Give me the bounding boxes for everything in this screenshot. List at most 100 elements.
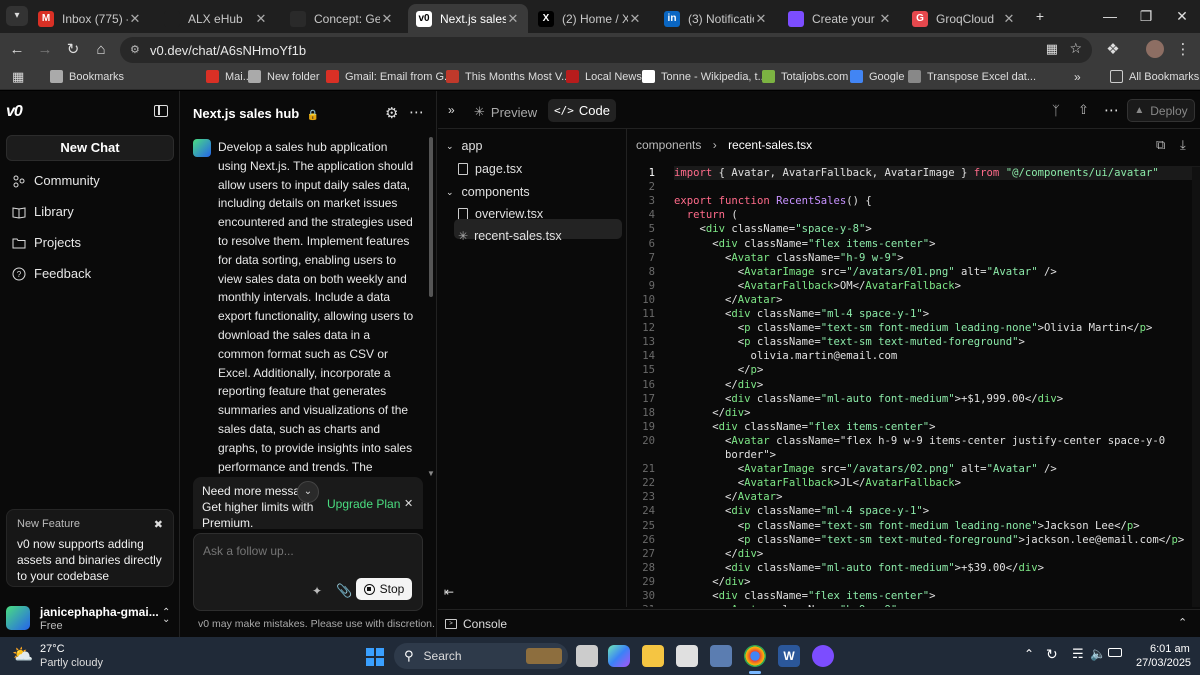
sparkle-icon[interactable]: ✦: [312, 584, 322, 598]
share-icon[interactable]: ⇧: [1078, 102, 1089, 118]
more-options-icon[interactable]: ⋯: [1104, 101, 1119, 119]
task-view-icon[interactable]: [576, 645, 598, 667]
copy-icon[interactable]: ⧉: [1156, 137, 1165, 153]
apps-grid-icon[interactable]: ▦: [12, 69, 24, 85]
code-tab[interactable]: </> Code: [548, 99, 616, 122]
app-icon[interactable]: [710, 645, 732, 667]
sidebar-item-community[interactable]: Community: [12, 173, 100, 188]
v0-logo[interactable]: v0: [6, 103, 23, 121]
more-options-icon[interactable]: ⋯: [409, 103, 424, 121]
sidebar-item-library[interactable]: Library: [12, 204, 74, 219]
tab-close-icon[interactable]: ✕: [254, 11, 268, 27]
bookmark-item[interactable]: This Months Most V...: [446, 70, 570, 83]
bookmark-item[interactable]: Mai...: [206, 70, 252, 83]
tab-close-icon[interactable]: ✕: [1002, 11, 1016, 27]
sidebar-item-feedback[interactable]: ? Feedback: [12, 266, 91, 281]
home-button[interactable]: ⌂: [90, 39, 112, 61]
file-page[interactable]: page.tsx: [458, 162, 522, 176]
new-chat-button[interactable]: New Chat: [6, 135, 174, 161]
bookmark-item[interactable]: Google: [850, 70, 904, 83]
bookmark-item[interactable]: Totaljobs.com: [762, 70, 848, 83]
code-editor[interactable]: components › recent-sales.tsx ⧉ ⤓ 1 impor…: [628, 129, 1200, 607]
user-avatar[interactable]: [6, 606, 30, 630]
attach-paperclip-icon[interactable]: 📎: [336, 583, 352, 599]
browser-tab[interactable]: G GroqCloud ✕: [904, 4, 1024, 33]
stop-button[interactable]: Stop: [356, 578, 412, 600]
copilot-icon[interactable]: [608, 645, 630, 667]
browser-tab[interactable]: v0 Next.js sales hub✕: [408, 4, 528, 33]
tab-close-icon[interactable]: ✕: [628, 11, 642, 27]
store-icon[interactable]: [676, 645, 698, 667]
volume-icon[interactable]: 🔈: [1090, 646, 1106, 662]
scroll-to-bottom-button[interactable]: ⌄: [297, 481, 319, 503]
all-bookmarks[interactable]: All Bookmarks: [1110, 70, 1199, 83]
install-app-icon[interactable]: ▦: [1046, 41, 1058, 57]
word-icon[interactable]: W: [778, 645, 800, 667]
restore-button[interactable]: ❐: [1136, 6, 1156, 26]
sync-icon[interactable]: ↻: [1046, 646, 1058, 663]
settings-gear-icon[interactable]: ⚙: [385, 104, 398, 122]
sidebar-item-projects[interactable]: Projects: [12, 235, 81, 250]
account-switcher-icon[interactable]: ⌃ ⌄: [162, 608, 170, 625]
bookmark-item[interactable]: Tonne - Wikipedia, t...: [642, 70, 767, 83]
folder-components[interactable]: ⌄ components: [446, 185, 530, 199]
weather-icon[interactable]: ⛅: [12, 645, 34, 665]
console-toggle[interactable]: > Console: [445, 617, 507, 631]
download-icon[interactable]: ⤓: [1180, 137, 1186, 153]
folder-app[interactable]: ⌄ app: [446, 139, 482, 153]
close-icon[interactable]: ✖: [154, 518, 163, 531]
chat-title[interactable]: Next.js sales hub 🔒: [193, 106, 319, 121]
browser-tab[interactable]: X (2) Home / X ✕: [530, 4, 650, 33]
follow-up-input[interactable]: [203, 542, 413, 560]
forward-button[interactable]: →: [34, 39, 56, 61]
browser-tab[interactable]: in (3) Notifications✕: [656, 4, 776, 33]
app-icon[interactable]: [812, 645, 834, 667]
browser-tab[interactable]: ALX eHub ✕: [156, 4, 276, 33]
minimize-button[interactable]: —: [1100, 6, 1120, 26]
bookmark-item[interactable]: Gmail: Email from G...: [326, 70, 453, 83]
toggle-sidebar-icon[interactable]: [154, 105, 168, 117]
upgrade-plan-link[interactable]: Upgrade Plan: [327, 497, 400, 511]
tab-close-icon[interactable]: ✕: [878, 11, 892, 27]
file-explorer-icon[interactable]: [642, 645, 664, 667]
expand-chevron-up-icon[interactable]: ⌃: [1178, 616, 1187, 629]
bookmark-star-icon[interactable]: ☆: [1069, 40, 1082, 57]
site-info-icon[interactable]: ⚙: [130, 43, 143, 56]
deploy-button[interactable]: ▲ Deploy: [1127, 99, 1195, 122]
tab-close-icon[interactable]: ✕: [128, 11, 142, 27]
tab-search-button[interactable]: ▾: [6, 6, 28, 26]
more-bookmarks-icon[interactable]: »: [1074, 70, 1081, 84]
scroll-down-arrow-icon[interactable]: ▼: [427, 469, 435, 478]
bookmark-item[interactable]: Transpose Excel dat...: [908, 70, 1036, 83]
close-window-button[interactable]: ✕: [1172, 6, 1192, 26]
branch-icon[interactable]: ᛉ: [1052, 103, 1060, 118]
wifi-icon[interactable]: ☴: [1072, 646, 1084, 662]
taskbar-search[interactable]: ⚲ Search: [394, 643, 568, 669]
browser-menu-icon[interactable]: ⋮: [1172, 39, 1194, 61]
close-icon[interactable]: ✕: [404, 497, 413, 510]
tab-close-icon[interactable]: ✕: [754, 11, 768, 27]
reload-button[interactable]: ↻: [62, 39, 84, 61]
browser-tab[interactable]: Create your first✕: [780, 4, 900, 33]
tab-close-icon[interactable]: ✕: [380, 11, 394, 27]
collapse-chat-icon[interactable]: »: [448, 103, 455, 117]
new-tab-button[interactable]: +: [1030, 6, 1050, 26]
tray-chevron-up-icon[interactable]: ⌃: [1024, 647, 1034, 661]
profile-avatar[interactable]: [1146, 40, 1164, 58]
address-bar[interactable]: ⚙ v0.dev/chat/A6sNHmoYf1b ▦ ☆: [120, 37, 1092, 63]
chat-scrollbar[interactable]: [429, 137, 433, 297]
bookmark-item[interactable]: Bookmarks: [50, 70, 124, 83]
tab-close-icon[interactable]: ✕: [506, 11, 520, 27]
preview-tab[interactable]: ✳ Preview: [474, 104, 537, 120]
editor-scrollbar[interactable]: [1192, 167, 1200, 607]
chrome-icon[interactable]: [744, 645, 766, 667]
battery-icon[interactable]: [1108, 648, 1122, 657]
file-recent-sales[interactable]: ✳ recent-sales.tsx: [458, 229, 562, 243]
back-button[interactable]: ←: [6, 39, 28, 61]
extensions-icon[interactable]: ❖: [1102, 39, 1124, 61]
bookmark-item[interactable]: Local News: [566, 70, 642, 83]
browser-tab[interactable]: Concept: Genera✕: [282, 4, 402, 33]
bookmark-item[interactable]: New folder: [248, 70, 320, 83]
windows-start-icon[interactable]: [366, 648, 384, 666]
browser-tab[interactable]: M Inbox (775) - jan✕: [30, 4, 150, 33]
